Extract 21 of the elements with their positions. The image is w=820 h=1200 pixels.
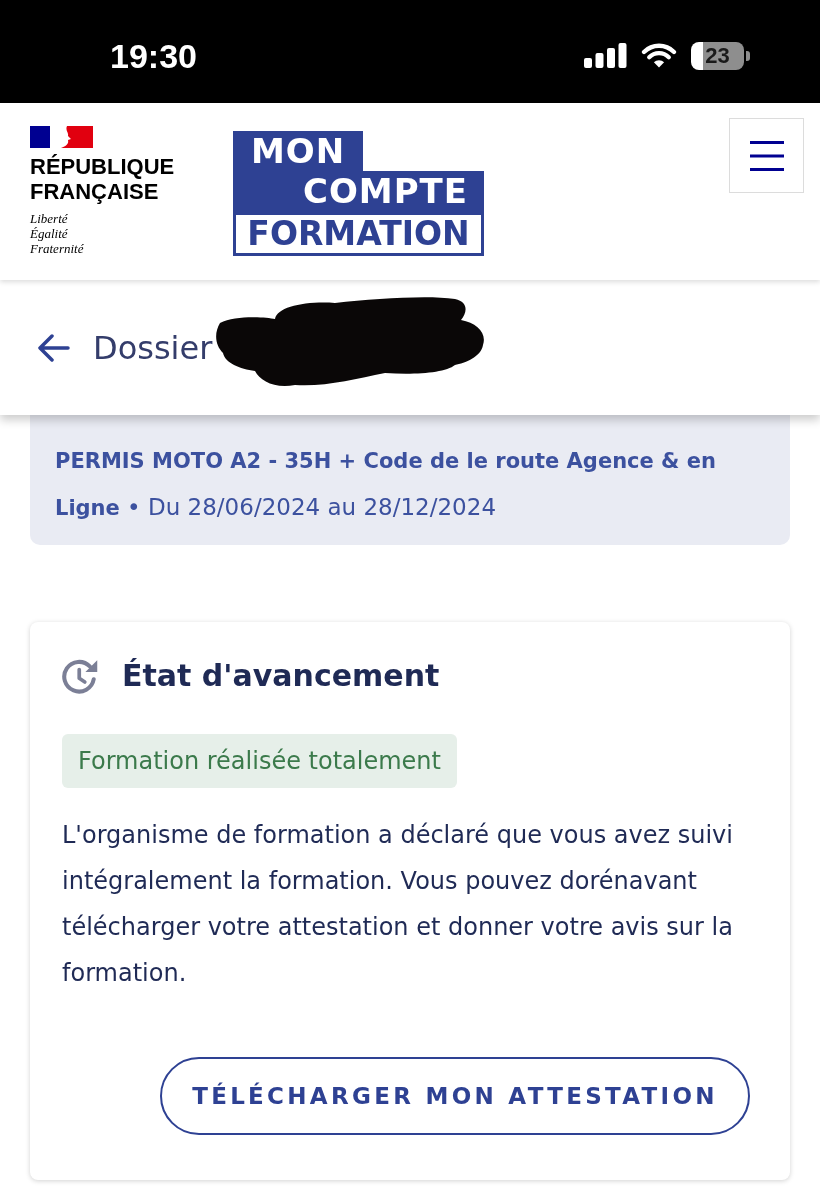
back-button[interactable] xyxy=(37,333,70,362)
course-summary-text: PERMIS MOTO A2 - 35H + Code de le route Agence & en Ligne • Du 28/06/2024 au 28/12/2024 xyxy=(55,448,717,522)
page-title: Dossier xyxy=(93,327,213,368)
download-attestation-button[interactable]: TÉLÉCHARGER MON ATTESTATION xyxy=(160,1057,750,1135)
card-description: L'organisme de formation a déclaré que vous avez suivi intégralement la formation. Vous pouvez dorénavant télécharger votre attestation et donner votre avis sur la formation. xyxy=(62,820,734,989)
back-arrow-icon xyxy=(37,333,70,362)
clock-time: 19:30 xyxy=(110,35,197,76)
signal-icon xyxy=(584,43,627,68)
status-badge: Formation réalisée totalement xyxy=(62,734,457,788)
logo-word: COMPTE xyxy=(233,171,484,212)
history-clock-icon xyxy=(62,657,100,695)
government-motto: Liberté Égalité Fraternité xyxy=(30,211,84,256)
wifi-icon xyxy=(641,43,677,68)
logo-word: MON xyxy=(233,131,364,171)
government-name: RÉPUBLIQUE FRANÇAISE xyxy=(30,154,175,204)
menu-button[interactable] xyxy=(729,118,804,193)
logo-word: FORMATION xyxy=(233,212,484,256)
battery-indicator: 23 xyxy=(691,41,750,70)
flag-icon xyxy=(30,126,93,148)
card-title: État d'avancement xyxy=(122,657,440,695)
menu-icon xyxy=(749,140,784,171)
